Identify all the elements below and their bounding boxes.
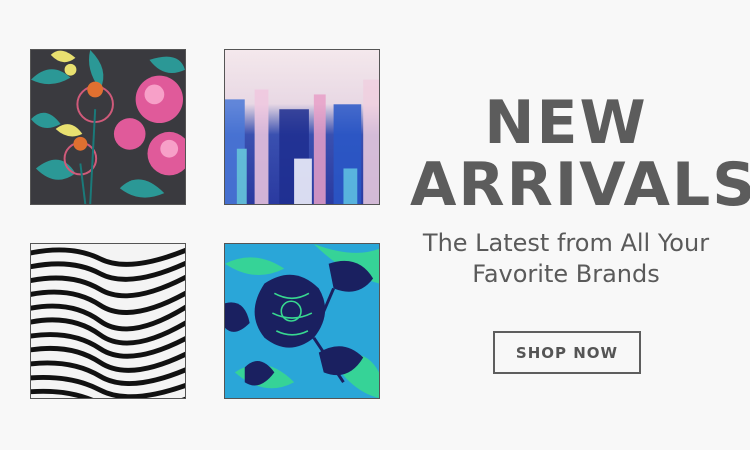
tropical-floral-swatch[interactable] [224,243,380,399]
subheadline-line-2: Favorite Brands [472,260,660,288]
headline-line-new: NEW [484,88,648,158]
tropical-floral-image [225,244,379,398]
abstract-print-image [225,50,379,204]
floral-print-swatch[interactable] [30,49,186,205]
subheadline-line-1: The Latest from All Your [422,229,710,257]
subheadline: The Latest from All Your Favorite Brands [410,228,722,290]
wave-stripe-swatch[interactable] [30,243,186,399]
shop-now-button[interactable]: SHOP NOW [493,331,641,374]
headline-line-arrivals: ARRIVALS [410,150,750,220]
wave-stripe-image [31,244,185,398]
headline: NEW ARRIVALS [410,88,750,220]
new-arrivals-banner: NEW ARRIVALS The Latest from All Your Fa… [0,0,750,450]
floral-print-image [31,50,185,204]
abstract-print-swatch[interactable] [224,49,380,205]
